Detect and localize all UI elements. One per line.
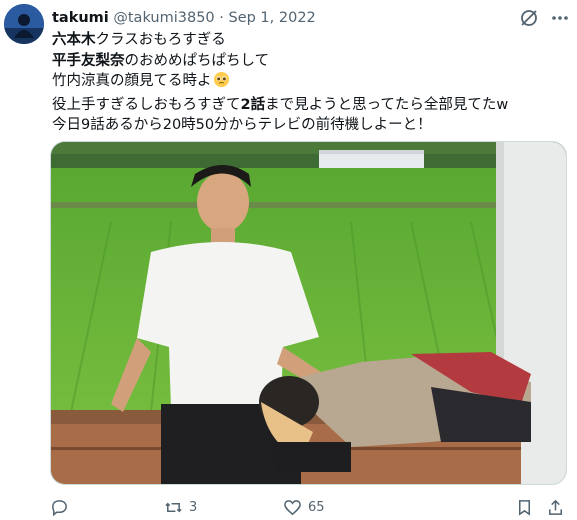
display-name[interactable]: takumi <box>52 10 109 26</box>
tweet-line-5: 今日9話あるから20時50分からテレビの前待機しよーと！ <box>52 117 432 133</box>
reply-icon <box>52 499 67 516</box>
bookmark-icon <box>518 499 531 516</box>
tweet-actions: 3 65 <box>50 496 570 518</box>
tweet-line-3: 竹内涼真の顔見てる時よ <box>52 71 567 95</box>
share-icon <box>549 499 562 515</box>
reply-button[interactable] <box>50 496 75 518</box>
tweet-photo[interactable] <box>50 141 567 485</box>
like-count: 65 <box>308 499 325 515</box>
retweet-count: 3 <box>189 499 198 515</box>
tweet-line-2: 平手友梨奈のおめめぱちぱちして <box>52 52 270 69</box>
tweet-line-4: 役上手すぎるしおもろすぎて2話まで見ようと思ってたら全部見てたw <box>52 96 509 113</box>
tweet-date[interactable]: Sep 1, 2022 <box>228 10 315 26</box>
tweet-text: 六本木クラスおもろすぎる 平手友梨奈のおめめぱちぱちして 竹内涼真の顔見てる時よ… <box>52 30 567 136</box>
separator: · <box>219 10 224 26</box>
like-button[interactable]: 65 <box>283 496 325 518</box>
more-icon[interactable] <box>549 8 571 28</box>
tweet-line-1: 六本木クラスおもろすぎる <box>52 32 226 48</box>
tweet-header: takumi @takumi3850 · Sep 1, 2022 <box>52 8 567 30</box>
pleading-face-emoji <box>213 71 230 95</box>
avatar[interactable] <box>4 4 44 44</box>
share-button[interactable] <box>546 496 565 518</box>
bookmark-button[interactable] <box>515 496 534 518</box>
retweet-icon <box>165 502 182 512</box>
handle[interactable]: @takumi3850 <box>113 10 214 26</box>
like-icon <box>284 499 301 515</box>
grok-icon[interactable] <box>519 8 539 28</box>
retweet-button[interactable]: 3 <box>164 496 197 518</box>
